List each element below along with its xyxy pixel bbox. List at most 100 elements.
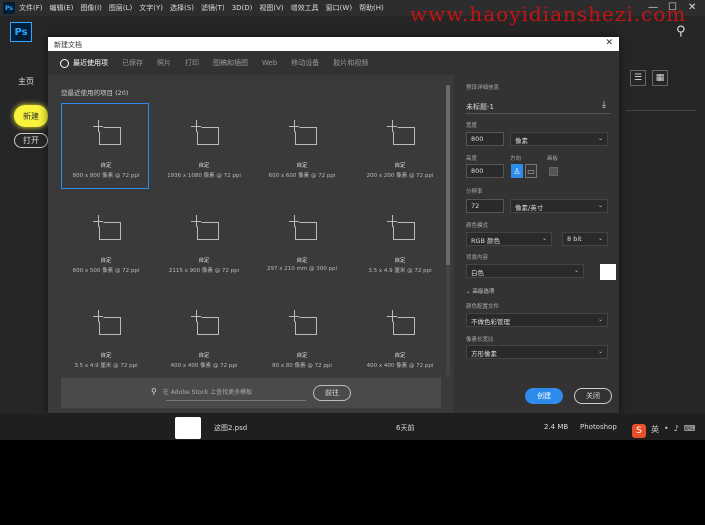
preset-size: 400 x 400 像素 @ 72 ppi bbox=[366, 363, 434, 369]
preset-name: 自定 bbox=[296, 353, 308, 359]
preset-name: 自定 bbox=[198, 163, 210, 169]
home-label[interactable]: 主页 bbox=[18, 76, 34, 87]
keyboard-icon[interactable]: ⌨ bbox=[684, 424, 696, 438]
menu-edit[interactable]: 编辑(E) bbox=[50, 3, 74, 13]
color-mode-select[interactable]: RGB 颜色 ⌄ bbox=[466, 232, 552, 246]
preset-name: 自定 bbox=[296, 258, 308, 264]
preset-name: 自定 bbox=[100, 353, 112, 359]
tab-photo[interactable]: 照片 bbox=[157, 58, 171, 68]
artboard-checkbox[interactable] bbox=[549, 167, 558, 176]
tab-film-video[interactable]: 胶片和视频 bbox=[333, 58, 368, 68]
document-icon bbox=[289, 120, 319, 146]
width-unit-value: 像素 bbox=[515, 137, 528, 145]
preset-card[interactable]: 自定 400 x 400 像素 @ 72 ppi bbox=[355, 293, 443, 379]
tab-saved[interactable]: 已保存 bbox=[122, 58, 143, 68]
preset-tabs: 最近使用项 已保存 照片 打印 图稿和插图 Web 移动设备 胶片和视频 bbox=[48, 51, 619, 75]
preset-size: 400 x 400 像素 @ 72 ppi bbox=[170, 363, 238, 369]
menu-view[interactable]: 视图(V) bbox=[259, 3, 283, 13]
stock-go-button[interactable]: 前往 bbox=[313, 385, 351, 401]
resolution-unit-value: 像素/英寸 bbox=[515, 204, 544, 212]
preset-card[interactable]: 自定 297 x 210 mm @ 300 ppi bbox=[257, 198, 345, 284]
preset-scrollbar[interactable] bbox=[446, 85, 450, 375]
save-preset-icon[interactable]: ⤓ bbox=[602, 100, 606, 110]
document-icon bbox=[93, 310, 123, 336]
document-icon bbox=[191, 120, 221, 146]
new-file-button[interactable]: 新建 bbox=[14, 105, 48, 127]
create-button[interactable]: 创建 bbox=[525, 388, 563, 404]
menu-window[interactable]: 窗口(W) bbox=[326, 3, 352, 13]
background-color-swatch[interactable] bbox=[600, 264, 616, 280]
microphone-icon[interactable]: ♪ bbox=[674, 424, 679, 438]
width-input[interactable]: 800 bbox=[466, 132, 504, 146]
preset-card[interactable]: 自定 600 x 500 像素 @ 72 ppi bbox=[61, 198, 149, 284]
dialog-title: 新建文档 bbox=[48, 37, 619, 51]
height-input[interactable]: 800 bbox=[466, 164, 504, 178]
portrait-icon[interactable]: ♙ bbox=[511, 164, 523, 178]
menu-select[interactable]: 选择(S) bbox=[170, 3, 194, 13]
tab-web[interactable]: Web bbox=[262, 59, 277, 67]
preset-size: 600 x 600 像素 @ 72 ppi bbox=[268, 173, 336, 179]
menu-3d[interactable]: 3D(D) bbox=[232, 4, 253, 12]
sogou-ime-icon[interactable]: S bbox=[632, 424, 646, 438]
document-name-field[interactable]: 未标题-1 bbox=[466, 102, 494, 112]
preset-card[interactable]: 自定 80 x 80 像素 @ 72 ppi bbox=[257, 293, 345, 379]
document-icon bbox=[191, 215, 221, 241]
menu-image[interactable]: 图像(I) bbox=[80, 3, 102, 13]
document-icon bbox=[289, 310, 319, 336]
close-button[interactable]: 关闭 bbox=[574, 388, 612, 404]
pixel-aspect-label: 像素长宽比 bbox=[466, 337, 494, 343]
resolution-input[interactable]: 72 bbox=[466, 199, 504, 213]
orientation-label: 方向 bbox=[510, 156, 522, 162]
stock-search-input[interactable]: ⚲ 在 Adobe Stock 上查找更多模板 bbox=[151, 387, 252, 396]
advanced-options-toggle[interactable]: ⌄ 高级选项 bbox=[466, 287, 494, 295]
clock-icon bbox=[60, 58, 69, 68]
preset-card[interactable]: 自定 1936 x 1080 像素 @ 72 ppi bbox=[159, 103, 247, 189]
background-select[interactable]: 白色 ⌄ bbox=[466, 264, 584, 278]
preset-card[interactable]: 自定 800 x 800 像素 @ 72 ppi bbox=[61, 103, 149, 189]
recent-file-row[interactable]: 这图2.psd 6天前 2.4 MB Photoshop bbox=[0, 414, 705, 440]
list-view-icon[interactable]: ☰ bbox=[630, 70, 646, 86]
minimize-icon[interactable]: — bbox=[648, 2, 658, 13]
stock-search-bar: ⚲ 在 Adobe Stock 上查找更多模板 前往 bbox=[61, 378, 441, 408]
chevron-down-icon: ⌄ bbox=[597, 202, 603, 209]
menu-file[interactable]: 文件(F) bbox=[19, 3, 43, 13]
close-window-icon[interactable]: ✕ bbox=[688, 2, 696, 13]
tab-print[interactable]: 打印 bbox=[185, 58, 199, 68]
menu-help[interactable]: 帮助(H) bbox=[359, 3, 384, 13]
pixel-aspect-select[interactable]: 方形像素 ⌄ bbox=[466, 345, 608, 359]
color-profile-select[interactable]: 不做色彩管理 ⌄ bbox=[466, 313, 608, 327]
preset-card[interactable]: 自定 2115 x 900 像素 @ 72 ppi bbox=[159, 198, 247, 284]
grid-view-icon[interactable]: ▦ bbox=[652, 70, 668, 86]
color-profile-value: 不做色彩管理 bbox=[471, 318, 510, 326]
tab-recent[interactable]: 最近使用项 bbox=[60, 58, 108, 68]
preset-card[interactable]: 自定 200 x 200 像素 @ 72 ppi bbox=[355, 103, 443, 189]
preset-card[interactable]: 自定 3.5 x 4.9 厘米 @ 72 ppi bbox=[355, 198, 443, 284]
preset-card[interactable]: 自定 600 x 600 像素 @ 72 ppi bbox=[257, 103, 345, 189]
width-unit-select[interactable]: 像素 ⌄ bbox=[510, 132, 608, 146]
preset-name: 自定 bbox=[100, 258, 112, 264]
bit-depth-select[interactable]: 8 bit ⌄ bbox=[562, 232, 608, 246]
menu-layer[interactable]: 图层(L) bbox=[109, 3, 132, 13]
file-size: 2.4 MB bbox=[544, 423, 569, 431]
resolution-unit-select[interactable]: 像素/英寸 ⌄ bbox=[510, 199, 608, 213]
document-icon bbox=[93, 120, 123, 146]
punctuation-icon[interactable]: • bbox=[664, 424, 669, 438]
search-underline bbox=[166, 400, 306, 401]
maximize-icon[interactable]: ☐ bbox=[668, 2, 677, 13]
menu-plugins[interactable]: 增效工具 bbox=[291, 3, 319, 13]
height-label: 高度 bbox=[466, 156, 478, 162]
preset-size: 1936 x 1080 像素 @ 72 ppi bbox=[167, 173, 241, 179]
tab-art-illustration[interactable]: 图稿和插图 bbox=[213, 58, 248, 68]
landscape-icon[interactable]: ▭ bbox=[525, 164, 537, 178]
preset-card[interactable]: 自定 400 x 400 像素 @ 72 ppi bbox=[159, 293, 247, 379]
menu-filter[interactable]: 滤镜(T) bbox=[201, 3, 225, 13]
preset-card[interactable]: 自定 3.5 x 4.9 厘米 @ 72 ppi bbox=[61, 293, 149, 379]
open-file-button[interactable]: 打开 bbox=[14, 133, 48, 148]
search-icon[interactable]: ⚲ bbox=[676, 24, 686, 39]
dialog-close-icon[interactable]: ✕ bbox=[605, 38, 613, 48]
menu-type[interactable]: 文字(Y) bbox=[139, 3, 163, 13]
tab-mobile[interactable]: 移动设备 bbox=[291, 58, 319, 68]
preset-size: 200 x 200 像素 @ 72 ppi bbox=[366, 173, 434, 179]
ime-language[interactable]: 英 bbox=[651, 424, 659, 438]
color-mode-value: RGB 颜色 bbox=[471, 237, 501, 245]
